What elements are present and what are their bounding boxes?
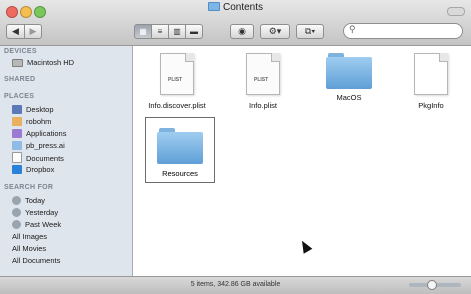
sidebar-item-dropbox[interactable]: Dropbox: [12, 164, 54, 175]
applications-icon: [12, 129, 22, 138]
sidebar-item-all-images[interactable]: All Images: [12, 231, 375, 263]
sidebar-item-macintosh-hd[interactable]: Macintosh HD: [12, 57, 74, 68]
folder-icon: [326, 53, 372, 89]
plist-file-icon: PLIST: [160, 53, 194, 95]
sidebar-item-label: Today: [25, 196, 46, 205]
desktop-icon: [12, 105, 22, 114]
sidebar-item-label: Desktop: [26, 105, 54, 114]
sidebar-item-label: Documents: [26, 154, 64, 163]
chevron-left-icon: ◀: [12, 26, 19, 36]
finder-window: Contents ◀ ▶ ▦ ≡ ▥ ▬ ◉ ⚙▾ ⧉▾ ⚲ DEVICES M…: [0, 0, 471, 294]
sidebar-item-label: All Movies: [12, 244, 47, 253]
file-name: MacOS: [336, 93, 362, 102]
folder-icon: [12, 141, 22, 150]
sidebar-item-desktop[interactable]: Desktop: [12, 104, 54, 115]
document-icon: [414, 53, 448, 95]
sidebar-item-label: All Documents: [12, 256, 61, 265]
sidebar-item-today[interactable]: Today: [12, 195, 45, 206]
sidebar-item-all-documents[interactable]: All Documents: [12, 255, 375, 287]
back-button[interactable]: ◀: [6, 24, 24, 39]
sidebar-section-places: PLACES: [4, 93, 35, 100]
toolbar-toggle-button[interactable]: [447, 7, 465, 16]
dropbox-menu-button[interactable]: ⧉▾: [296, 24, 324, 39]
file-name: PkgInfo: [418, 101, 444, 110]
file-item[interactable]: PLIST Info.plist: [222, 53, 304, 110]
sidebar-item-pb-press[interactable]: pb_press.ai: [12, 140, 65, 151]
clock-icon: [12, 220, 21, 229]
sidebar-item-home[interactable]: robohm: [12, 116, 51, 127]
sidebar-section-search: SEARCH FOR: [4, 184, 54, 191]
sidebar-item-documents[interactable]: Documents: [12, 152, 64, 163]
sidebar-item-all-movies[interactable]: All Movies: [12, 243, 375, 275]
file-name: Info.discover.plist: [148, 101, 206, 110]
file-item[interactable]: PkgInfo: [390, 53, 471, 110]
sidebar-item-label: pb_press.ai: [26, 141, 65, 150]
view-mode-group: ▦ ≡ ▥ ▬: [134, 24, 203, 39]
search-input[interactable]: [343, 23, 463, 39]
icon-view-button[interactable]: ▦: [134, 24, 152, 39]
sidebar-item-applications[interactable]: Applications: [12, 128, 66, 139]
sidebar-item-label: Applications: [26, 129, 67, 138]
sidebar-item-label: Yesterday: [25, 208, 59, 217]
gear-icon: ⚙▾: [268, 26, 282, 36]
sidebar: DEVICES Macintosh HD SHARED PLACES Deskt…: [0, 46, 375, 287]
window-title: Contents: [0, 2, 471, 13]
file-name: Info.plist: [249, 101, 277, 110]
sidebar-section-devices: DEVICES: [4, 48, 37, 55]
documents-icon: [12, 152, 22, 163]
search-icon: ⚲: [349, 24, 356, 34]
eye-icon: ◉: [238, 26, 246, 36]
sidebar-section-shared: SHARED: [4, 76, 36, 83]
status-bar: 5 items, 342.86 GB available: [0, 276, 471, 294]
sidebar-item-label: Dropbox: [26, 165, 55, 174]
file-type-tag: PLIST: [168, 77, 183, 83]
status-text: 5 items, 342.86 GB available: [190, 281, 281, 288]
clock-icon: [12, 208, 21, 217]
hard-drive-icon: [12, 59, 23, 67]
dropbox-icon: [12, 165, 22, 174]
quicklook-button[interactable]: ◉: [230, 24, 254, 39]
sidebar-item-past-week[interactable]: Past Week: [12, 219, 61, 230]
plist-file-icon: PLIST: [246, 53, 280, 95]
toolbar: Contents ◀ ▶ ▦ ≡ ▥ ▬ ◉ ⚙▾ ⧉▾ ⚲: [0, 0, 471, 46]
dropbox-icon: ⧉▾: [304, 26, 316, 36]
folder-icon: [157, 128, 203, 164]
slider-knob[interactable]: [427, 280, 437, 290]
sidebar-item-label: Macintosh HD: [27, 58, 75, 67]
file-type-tag: PLIST: [254, 77, 269, 83]
sidebar-item-label: All Images: [12, 232, 48, 241]
window-title-text: Contents: [222, 2, 264, 13]
file-item[interactable]: MacOS: [308, 53, 390, 102]
clock-icon: [12, 196, 21, 205]
column-view-icon: ▥: [173, 27, 181, 36]
column-view-button[interactable]: ▥: [168, 24, 186, 39]
file-name-text: Resources: [162, 169, 198, 178]
folder-icon: [207, 2, 220, 11]
action-menu-button[interactable]: ⚙▾: [260, 24, 290, 39]
file-item[interactable]: PLIST Info.discover.plist: [136, 53, 218, 110]
sidebar-item-label: robohm: [26, 117, 52, 126]
coverflow-view-icon: ▬: [190, 27, 198, 36]
forward-button[interactable]: ▶: [24, 24, 42, 39]
list-view-icon: ≡: [157, 27, 163, 36]
icon-size-slider[interactable]: [409, 280, 461, 290]
home-icon: [12, 117, 22, 126]
sidebar-item-label: Past Week: [25, 220, 62, 229]
coverflow-view-button[interactable]: ▬: [185, 24, 203, 39]
sidebar-item-yesterday[interactable]: Yesterday: [12, 207, 58, 218]
file-name: Resources: [146, 169, 214, 178]
chevron-right-icon: ▶: [29, 26, 37, 36]
selected-file-item[interactable]: Resources: [145, 117, 215, 183]
list-view-button[interactable]: ≡: [151, 24, 169, 39]
icon-view-icon: ▦: [139, 27, 147, 36]
